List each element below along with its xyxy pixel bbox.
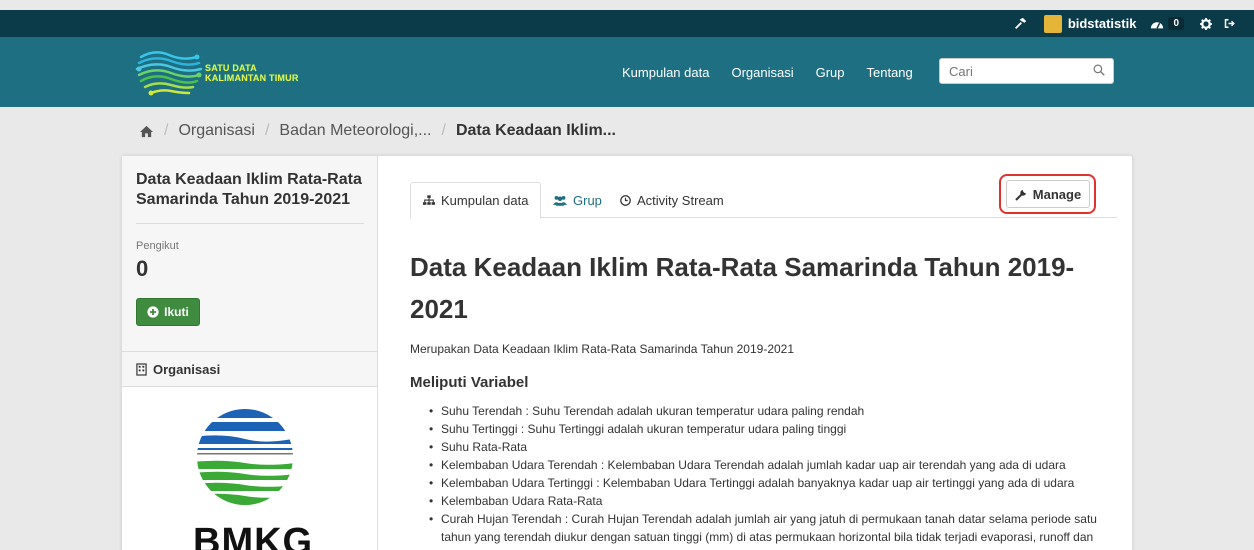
data-waves-logo-icon [135, 51, 203, 96]
list-item: Suhu Tertinggi : Suhu Tertinggi adalah u… [429, 420, 1119, 438]
page-title: Data Keadaan Iklim Rata-Rata Samarinda T… [410, 252, 1075, 324]
site-logo[interactable]: SATU DATA KALIMANTAN TIMUR [135, 45, 315, 101]
dashboard-count-badge: 0 [1168, 17, 1184, 30]
follow-button-label: Ikuti [164, 305, 189, 319]
account-menu: bidstatistik 0 [1012, 10, 1254, 37]
list-item: Kelembaban Udara Rata-Rata [429, 492, 1119, 510]
nav-tentang[interactable]: Tentang [867, 65, 913, 80]
home-icon[interactable] [139, 125, 154, 138]
breadcrumb-separator: / [164, 122, 169, 139]
list-item: Suhu Terendah : Suhu Terendah adalah uku… [429, 402, 1119, 420]
logo-line1: SATU DATA [205, 63, 257, 73]
nav-grup[interactable]: Grup [816, 65, 845, 80]
sidebar-group-title: Data Keadaan Iklim Rata-Rata Samarinda T… [136, 171, 362, 208]
variables-heading: Meliputi Variabel [410, 374, 529, 391]
clock-icon [620, 194, 631, 206]
followers-label: Pengikut [136, 240, 179, 252]
main-wrapper: Data Keadaan Iklim Rata-Rata Samarinda T… [121, 155, 1133, 550]
breadcrumb-current[interactable]: Data Keadaan Iklim... [456, 122, 616, 140]
site-header: SATU DATA KALIMANTAN TIMUR Kumpulan data… [0, 37, 1254, 107]
breadcrumb-organization-name[interactable]: Badan Meteorologi,... [279, 122, 431, 140]
list-item: Curah Hujan Terendah : Curah Hujan Teren… [429, 510, 1119, 550]
org-logo-text: BMKG [193, 521, 314, 550]
list-item: Kelembaban Udara Tertinggi : Kelembaban … [429, 474, 1119, 492]
organization-logo[interactable]: BMKG [122, 387, 377, 550]
logo-line2: KALIMANTAN TIMUR [205, 73, 299, 83]
manage-button-label: Manage [1032, 186, 1082, 202]
sign-out-icon[interactable] [1224, 18, 1236, 29]
group-sidebar: Data Keadaan Iklim Rata-Rata Samarinda T… [122, 156, 378, 550]
organization-heading: Organisasi [122, 351, 377, 387]
account-bar: bidstatistik 0 [0, 10, 1254, 37]
breadcrumb-organisasi[interactable]: Organisasi [178, 122, 254, 140]
list-item: Suhu Rata-Rata [429, 438, 1119, 456]
manage-button[interactable]: Manage [1006, 180, 1090, 208]
tab-label: Kumpulan data [441, 193, 529, 208]
bmkg-logo-icon [197, 409, 293, 505]
breadcrumb: / Organisasi / Badan Meteorologi,... / D… [139, 122, 616, 140]
plus-circle-icon [147, 306, 159, 318]
followers-count: 0 [136, 256, 149, 281]
list-item: Kelembaban Udara Terendah : Kelembaban U… [429, 456, 1119, 474]
logo-wordmark: SATU DATA KALIMANTAN TIMUR [205, 63, 299, 83]
building-icon [136, 362, 147, 376]
tab-kumpulan-data[interactable]: Kumpulan data [410, 182, 542, 219]
dashboard-icon[interactable] [1150, 18, 1164, 30]
user-avatar[interactable] [1043, 14, 1062, 33]
tab-activity-stream[interactable]: Activity Stream [608, 182, 736, 218]
main-nav: Kumpulan data Organisasi Grup Tentang [622, 37, 935, 107]
users-icon [553, 195, 567, 206]
sysadmin-hammer-icon[interactable] [1012, 17, 1030, 30]
tab-label: Activity Stream [637, 192, 724, 208]
group-content: Kumpulan data Grup Activity Stream Manag… [378, 156, 1133, 550]
gear-icon[interactable] [1200, 17, 1212, 30]
search-icon[interactable] [1093, 64, 1105, 79]
sitemap-icon [423, 195, 435, 206]
group-description: Merupakan Data Keadaan Iklim Rata-Rata S… [410, 342, 795, 356]
follow-button[interactable]: Ikuti [136, 298, 200, 326]
tab-label: Grup [573, 192, 602, 208]
breadcrumb-separator: / [264, 122, 270, 139]
tab-grup[interactable]: Grup [541, 182, 614, 218]
username-link[interactable]: bidstatistik [1068, 16, 1137, 31]
nav-organisasi[interactable]: Organisasi [731, 65, 793, 80]
search-input[interactable] [940, 59, 1080, 83]
breadcrumb-separator: / [441, 122, 446, 139]
sidebar-divider [136, 223, 364, 224]
search-box [939, 58, 1114, 84]
variables-list: Suhu Terendah : Suhu Terendah adalah uku… [429, 402, 1119, 550]
nav-kumpulan-data[interactable]: Kumpulan data [622, 65, 709, 80]
wrench-icon [1015, 188, 1028, 201]
organization-heading-label: Organisasi [153, 361, 221, 377]
